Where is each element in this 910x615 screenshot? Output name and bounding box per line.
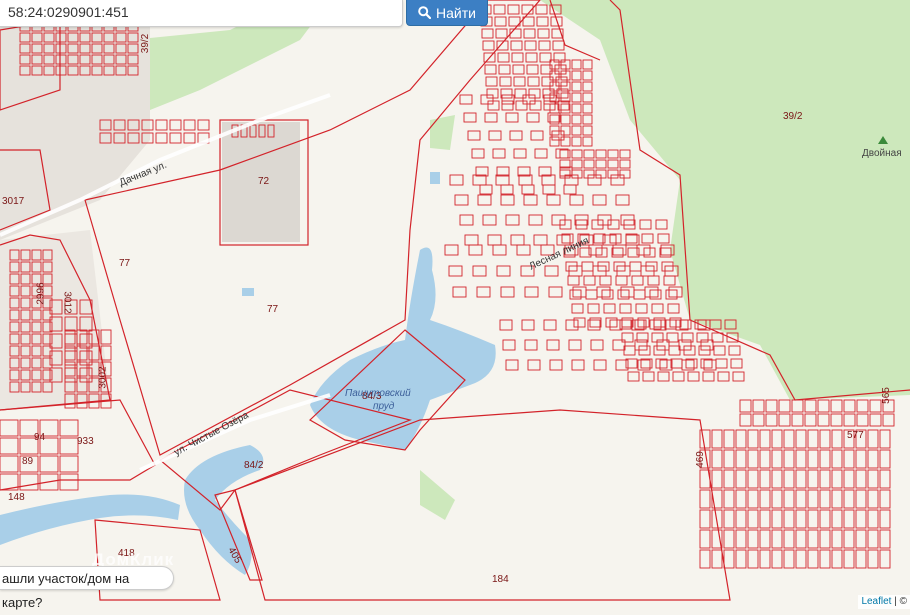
parcel-label: 77 [119, 258, 131, 269]
map-attribution: Leaflet | © [858, 595, 910, 609]
parcel-label: 184 [492, 574, 509, 585]
parcel-label: 89 [22, 456, 34, 467]
water-label: пруд [373, 401, 395, 412]
parcel-label: 77 [267, 304, 279, 315]
place-label: Двойная [862, 148, 902, 159]
parcel-label: 84/2 [244, 460, 264, 471]
leaflet-link[interactable]: Leaflet [861, 596, 891, 607]
found-on-map-prompt[interactable]: ашли участок/дом на карте? [0, 566, 174, 610]
cadastral-map[interactable] [0, 0, 910, 609]
water-body [430, 172, 440, 184]
search-button[interactable]: Найти [406, 0, 488, 26]
attribution-suffix: | © [894, 596, 907, 607]
cadastral-search-input[interactable] [0, 0, 390, 24]
parcel-label: 577 [847, 430, 864, 441]
parcel-label: 72 [258, 176, 270, 187]
parcel-label: 3017 [2, 196, 25, 207]
parcel-label: 3012 [61, 291, 73, 314]
parcel-label: 94 [34, 432, 46, 443]
parcel-label: 3002 [97, 366, 109, 389]
parcel-label: 469 [694, 451, 706, 468]
search-icon [418, 6, 432, 19]
parcel-label: 565 [880, 387, 892, 404]
parcel-label: 933 [77, 436, 94, 447]
parcel-label: 2996 [35, 282, 47, 305]
parcel-label: 39/2 [140, 33, 152, 54]
water-label: Пашутовский [345, 388, 411, 399]
search-button-label: Найти [436, 4, 476, 21]
search-box [0, 0, 403, 27]
parcel-label: 39/2 [783, 111, 803, 122]
water-body [242, 288, 254, 296]
parcel-label: 148 [8, 492, 25, 503]
